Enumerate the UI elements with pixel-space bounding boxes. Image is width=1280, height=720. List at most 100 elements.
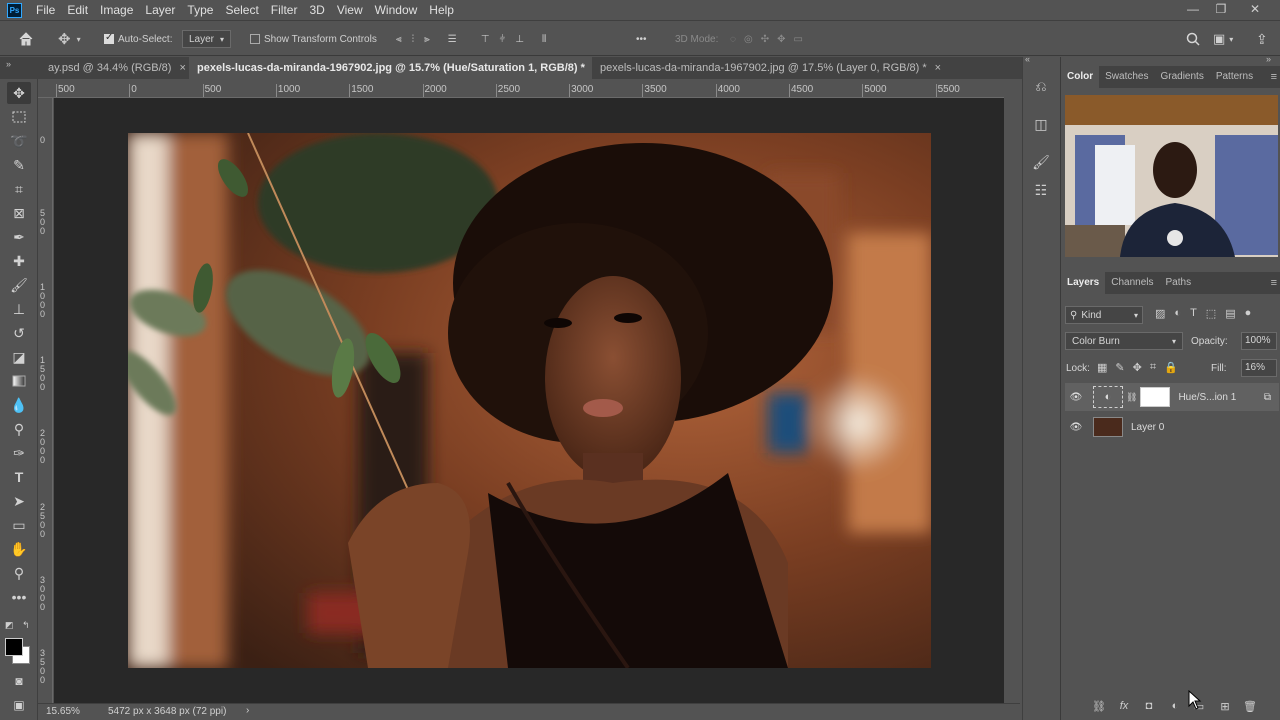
tab-gradients[interactable]: Gradients — [1154, 66, 1209, 88]
tab-layer0-doc[interactable]: pexels-lucas-da-miranda-1967902.jpg @ 17… — [592, 57, 950, 79]
tab-color[interactable]: Color — [1061, 66, 1100, 88]
menu-window[interactable]: Window — [369, 0, 424, 20]
type-tool-icon[interactable]: T — [7, 466, 31, 488]
default-colors-icon[interactable]: ◩ — [5, 620, 14, 631]
menu-layer[interactable]: Layer — [139, 0, 181, 20]
brush-tool-icon[interactable]: 🖌 — [7, 274, 31, 296]
opacity-input[interactable]: 100% — [1241, 332, 1277, 350]
search-button[interactable] — [1186, 21, 1200, 57]
screen-mode-icon[interactable]: ▣ — [7, 694, 31, 716]
collapse-toolbar-icon[interactable]: » — [6, 59, 11, 69]
collapse-panels-icon[interactable]: « — [1025, 54, 1030, 64]
close-icon[interactable]: × — [179, 62, 185, 74]
fill-input[interactable]: 16% — [1241, 359, 1277, 377]
eye-icon[interactable]: 👁 — [1069, 422, 1083, 433]
distribute-horizontal-icon[interactable]: ⫴ — [542, 34, 546, 45]
eraser-tool-icon[interactable]: ◪ — [7, 346, 31, 368]
new-layer-icon[interactable]: ⊞ — [1217, 698, 1233, 714]
panel-menu-icon[interactable]: ≡ — [1271, 71, 1277, 83]
tab-channels[interactable]: Channels — [1105, 272, 1159, 294]
workspace-button[interactable]: ▣ ▾ — [1213, 21, 1233, 57]
lock-position-icon[interactable]: ✥ — [1133, 361, 1142, 374]
gradient-tool-icon[interactable] — [7, 370, 31, 392]
filter-pixel-icon[interactable]: ▨ — [1155, 307, 1165, 320]
layer-row-hue-saturation[interactable]: 👁 ◐ ⛓ Hue/S...ion 1 ⧉ — [1065, 383, 1279, 411]
document-canvas[interactable] — [128, 133, 931, 668]
layer-filter-dropdown[interactable]: ⚲ Kind ▾ — [1065, 306, 1143, 324]
align-center-h-icon[interactable]: ⫶ — [412, 34, 415, 45]
lock-transparent-icon[interactable]: ▦ — [1097, 361, 1107, 374]
more-options-button[interactable]: ••• — [636, 21, 647, 57]
align-top-icon[interactable]: ⊤ — [481, 34, 490, 45]
crop-tool-icon[interactable]: ⌗ — [7, 178, 31, 200]
auto-select-checkbox[interactable]: Auto-Select: — [104, 21, 172, 57]
hand-tool-icon[interactable]: ✋ — [7, 538, 31, 560]
layer-name[interactable]: Hue/S...ion 1 — [1178, 392, 1236, 403]
tab-ay-psd[interactable]: ay.psd @ 34.4% (RGB/8) × — [40, 57, 194, 79]
rectangle-tool-icon[interactable]: ▭ — [7, 514, 31, 536]
menu-type[interactable]: Type — [181, 0, 219, 20]
dodge-tool-icon[interactable]: ⚲ — [7, 418, 31, 440]
minimize-button[interactable]: — — [1182, 0, 1204, 20]
fx-icon[interactable]: fx — [1116, 698, 1132, 714]
menu-help[interactable]: Help — [423, 0, 460, 20]
zoom-tool-icon[interactable]: ⚲ — [7, 562, 31, 584]
tab-hue-saturation-doc[interactable]: pexels-lucas-da-miranda-1967902.jpg @ 15… — [189, 57, 608, 79]
status-menu-arrow[interactable]: › — [246, 705, 249, 716]
restore-button[interactable]: ❐ — [1210, 0, 1232, 20]
properties-panel-icon[interactable]: ◫ — [1030, 113, 1052, 135]
close-window-button[interactable]: ✕ — [1244, 0, 1266, 20]
auto-select-target-dropdown[interactable]: Layer ▾ — [182, 30, 232, 48]
distribute-vertical-icon[interactable]: ☰ — [448, 34, 457, 45]
show-transform-checkbox[interactable]: Show Transform Controls — [250, 21, 377, 57]
tab-paths[interactable]: Paths — [1160, 272, 1198, 294]
clone-stamp-tool-icon[interactable]: ⊥ — [7, 298, 31, 320]
menu-file[interactable]: File — [30, 0, 61, 20]
3d-scale-icon[interactable]: ▭ — [793, 34, 802, 45]
filter-type-icon[interactable]: T — [1190, 307, 1197, 320]
tab-patterns[interactable]: Patterns — [1210, 66, 1259, 88]
show-transform-check[interactable] — [250, 34, 260, 44]
home-button[interactable] — [18, 21, 34, 57]
lock-image-icon[interactable]: ✎ — [1115, 361, 1124, 374]
path-selection-tool-icon[interactable]: ➤ — [7, 490, 31, 512]
layer-name[interactable]: Layer 0 — [1131, 422, 1164, 433]
eye-icon[interactable]: 👁 — [1069, 392, 1083, 403]
history-panel-icon[interactable]: ⎌ — [1030, 75, 1052, 97]
menu-view[interactable]: View — [331, 0, 369, 20]
tab-swatches[interactable]: Swatches — [1099, 66, 1154, 88]
quick-selection-tool-icon[interactable]: ✎ — [7, 154, 31, 176]
blur-tool-icon[interactable]: 💧 — [7, 394, 31, 416]
align-left-icon[interactable]: ⫷ — [396, 34, 402, 45]
3d-slide-icon[interactable]: ✥ — [777, 34, 785, 45]
quick-mask-icon[interactable]: ◙ — [7, 670, 31, 692]
adjustments-panel-icon[interactable]: ☷ — [1030, 179, 1052, 201]
auto-select-check[interactable] — [104, 32, 114, 44]
filter-shape-icon[interactable]: ⬚ — [1206, 307, 1216, 320]
share-button[interactable]: ⇪ — [1256, 21, 1268, 57]
link-layers-icon[interactable]: ⛓ — [1091, 698, 1107, 714]
3d-orbit-icon[interactable]: ◌ — [730, 34, 736, 45]
panel-menu-icon[interactable]: ≡ — [1271, 277, 1277, 289]
lasso-tool-icon[interactable]: ➰ — [7, 130, 31, 152]
filter-adjustment-icon[interactable]: ◐ — [1174, 307, 1181, 320]
swap-colors-icon[interactable]: ↰ — [22, 620, 30, 631]
close-icon[interactable]: × — [935, 62, 941, 74]
align-middle-v-icon[interactable]: ⫩ — [499, 34, 505, 45]
tool-preset-picker[interactable]: ✥ ▾ — [58, 21, 81, 57]
link-icon[interactable]: ⛓ — [1126, 392, 1137, 403]
history-brush-tool-icon[interactable]: ↺ — [7, 322, 31, 344]
healing-brush-tool-icon[interactable]: ✚ — [7, 250, 31, 272]
align-bottom-icon[interactable]: ⊥ — [515, 34, 524, 45]
menu-3d[interactable]: 3D — [303, 0, 330, 20]
pen-tool-icon[interactable]: ✑ — [7, 442, 31, 464]
menu-select[interactable]: Select — [219, 0, 264, 20]
menu-edit[interactable]: Edit — [61, 0, 94, 20]
edit-toolbar-icon[interactable]: ••• — [7, 586, 31, 608]
brushes-panel-icon[interactable]: 🖌 — [1030, 151, 1052, 173]
collapse-panels-icon[interactable]: » — [1266, 54, 1271, 64]
move-tool-icon[interactable]: ✥ — [7, 82, 31, 104]
lock-artboard-icon[interactable]: ⌗ — [1150, 361, 1156, 374]
add-mask-icon[interactable]: ◘ — [1141, 698, 1157, 714]
frame-tool-icon[interactable]: ⊠ — [7, 202, 31, 224]
